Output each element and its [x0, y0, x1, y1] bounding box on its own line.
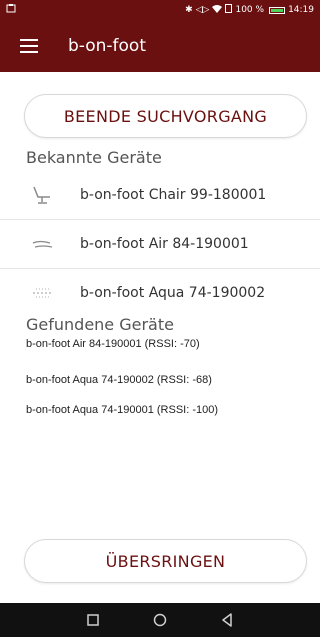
- clock: 14:19: [288, 5, 314, 15]
- found-devices-title: Gefundene Geräte: [26, 315, 174, 334]
- known-device-item[interactable]: b-on-foot Air 84-190001: [0, 220, 320, 268]
- device-label: b-on-foot Aqua 74-190002: [80, 285, 266, 301]
- back-triangle-icon[interactable]: [217, 610, 237, 630]
- app-title: b-on-foot: [68, 36, 147, 56]
- hamburger-menu-icon[interactable]: [20, 39, 38, 53]
- known-devices-title: Bekannte Geräte: [26, 148, 162, 167]
- skip-button[interactable]: ÜBERSRINGEN: [24, 539, 307, 583]
- battery-percent: 100 %: [235, 5, 265, 15]
- known-device-item[interactable]: b-on-foot Chair 99-180001: [0, 171, 320, 219]
- recents-square-icon[interactable]: [83, 610, 103, 630]
- device-label: b-on-foot Air 84-190001: [80, 236, 249, 252]
- wifi-icon: [212, 4, 223, 16]
- found-device-item[interactable]: b-on-foot Air 84-190001 (RSSI: -70): [26, 338, 200, 350]
- battery-icon: [269, 6, 286, 14]
- app-bar: b-on-foot: [0, 20, 320, 72]
- device-label: b-on-foot Chair 99-180001: [80, 187, 267, 203]
- vibrate-icon: ◁▷: [195, 5, 210, 15]
- known-device-item[interactable]: b-on-foot Aqua 74-190002: [0, 269, 320, 317]
- stop-search-button[interactable]: BEENDE SUCHVORGANG: [24, 94, 307, 138]
- status-bar: ✱ ◁▷ 100 % 14:19: [0, 0, 320, 20]
- bluetooth-icon: ✱: [185, 5, 193, 15]
- found-device-item[interactable]: b-on-foot Aqua 74-190001 (RSSI: -100): [26, 404, 218, 416]
- chair-icon: [26, 185, 60, 205]
- home-circle-icon[interactable]: [150, 610, 170, 630]
- navigation-bar: [0, 603, 320, 637]
- battery-saver-icon: [225, 4, 233, 16]
- found-device-item[interactable]: b-on-foot Aqua 74-190002 (RSSI: -68): [26, 374, 212, 386]
- notification-icon: [6, 4, 16, 16]
- aqua-icon: [26, 283, 60, 303]
- main-content: BEENDE SUCHVORGANG Bekannte Geräte b-on-…: [0, 72, 320, 603]
- air-icon: [26, 234, 60, 254]
